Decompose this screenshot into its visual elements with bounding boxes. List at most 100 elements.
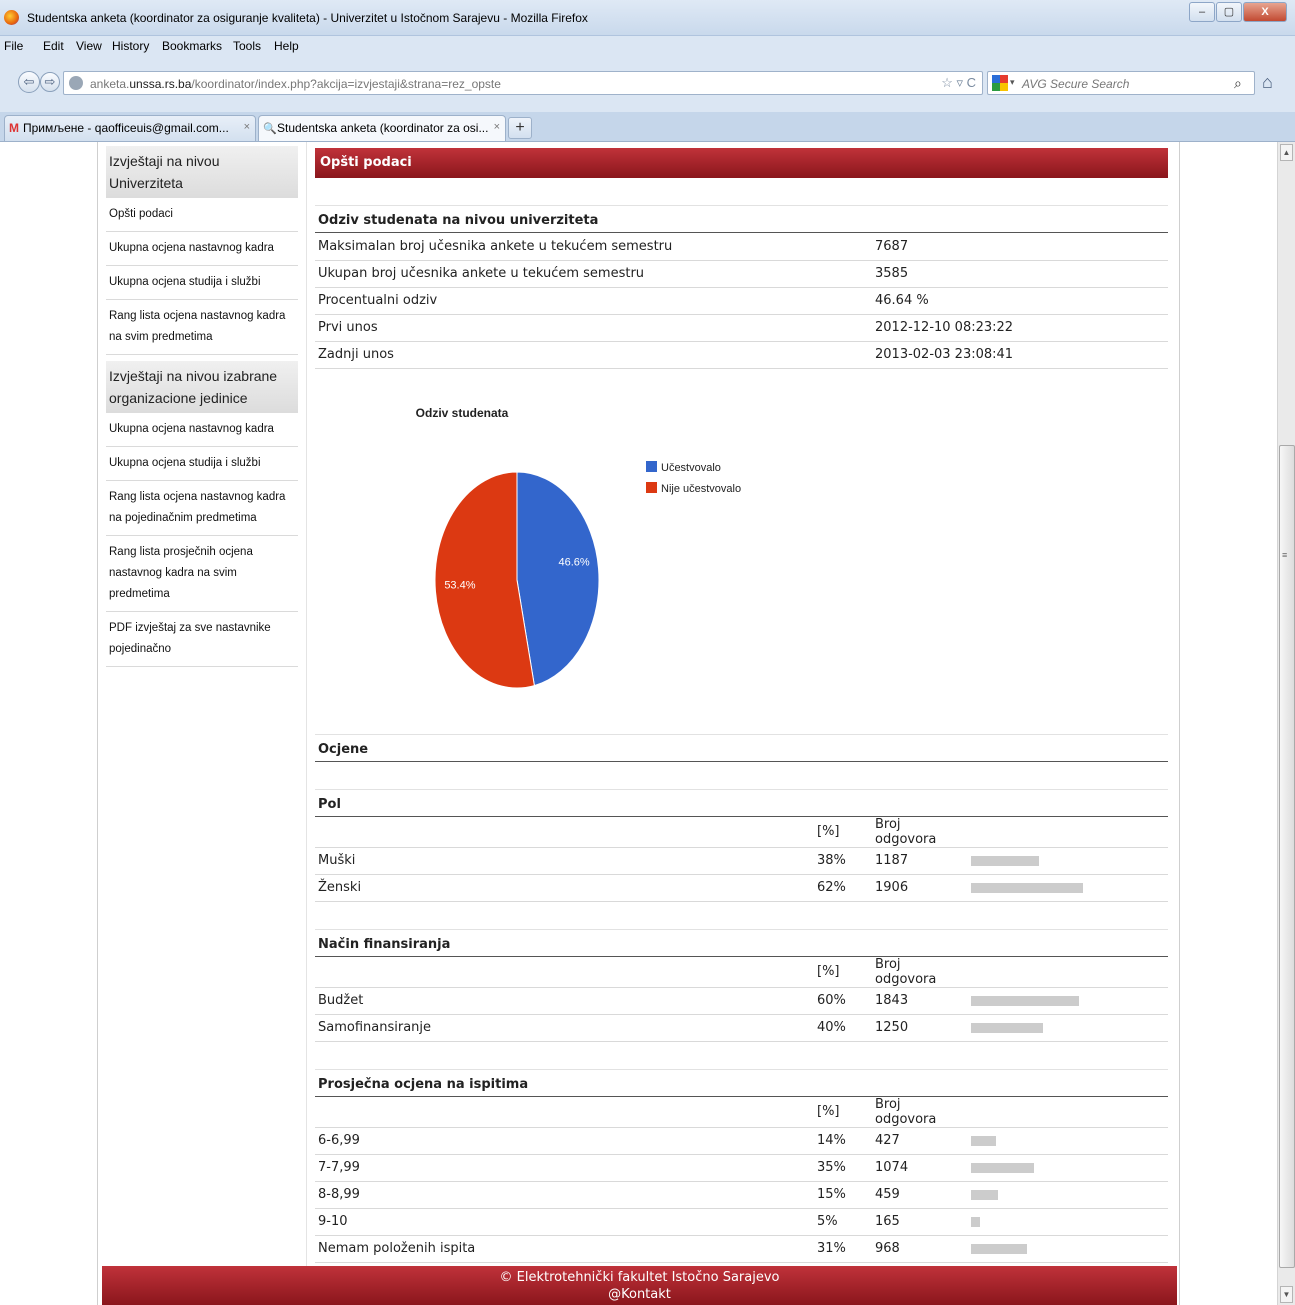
address-bar[interactable]: anketa.unssa.rs.ba/koordinator/index.php… — [63, 71, 983, 95]
group-heading: Način finansiranja — [315, 928, 1168, 957]
row-label: Ženski — [315, 874, 814, 902]
sidebar-divider — [306, 142, 307, 1305]
menu-bookmarks[interactable]: Bookmarks — [162, 39, 222, 53]
scrollbar-thumb[interactable] — [1279, 445, 1295, 1268]
header-blank — [315, 816, 814, 848]
menu-help[interactable]: Help — [274, 39, 299, 53]
search-placeholder: AVG Secure Search — [1022, 77, 1130, 91]
search-bar[interactable]: ▾ AVG Secure Search — [987, 71, 1255, 95]
percentage-bar — [971, 882, 1083, 893]
table-row: Zadnji unos 2013-02-03 23:08:41 — [315, 341, 1168, 369]
header-count: Broj odgovora — [872, 1096, 968, 1128]
legend-label: Učestvovalo — [661, 462, 721, 474]
table-header-row: [%] Broj odgovora — [315, 956, 1168, 988]
row-count: 165 — [872, 1208, 968, 1236]
row-percent: 5% — [814, 1208, 872, 1236]
table-row: Ukupan broj učesnika ankete u tekućem se… — [315, 260, 1168, 288]
page-container: Izvještaji na nivou Univerziteta Opšti p… — [97, 142, 1180, 1305]
header-bar — [968, 816, 1168, 848]
tab-close-icon[interactable]: × — [494, 121, 500, 133]
footer-contact-link[interactable]: @Kontakt — [102, 1286, 1177, 1303]
header-blank — [315, 956, 814, 988]
menu-view[interactable]: View — [76, 39, 102, 53]
row-percent: 62% — [814, 874, 872, 902]
url-text[interactable]: anketa.unssa.rs.ba/koordinator/index.php… — [90, 77, 501, 91]
tab-gmail[interactable]: M Примљене - qaofficeuis@gmail.com... × — [4, 115, 256, 141]
response-heading: Odziv studenata na nivou univerziteta — [315, 205, 1168, 233]
row-count: 1906 — [872, 874, 968, 902]
percentage-bar — [971, 1243, 1027, 1254]
sidebar-link-pdf-izvjestaj[interactable]: PDF izvještaj za sve nastavnike pojedina… — [106, 612, 298, 667]
tab-studentska-anketa[interactable]: 🔍Studentska anketa (koordinator za osi..… — [258, 115, 506, 141]
table-row: Nemam položenih ispita 31% 968 — [315, 1235, 1168, 1263]
back-arrow-icon[interactable]: ⇦ — [18, 71, 40, 93]
sidebar-heading-unit: Izvještaji na nivou izabrane organizacio… — [106, 361, 298, 413]
row-percent: 31% — [814, 1235, 872, 1263]
new-tab-button[interactable]: + — [508, 117, 532, 139]
home-icon[interactable]: ⌂ — [1262, 72, 1273, 93]
table-row: Budžet 60% 1843 — [315, 987, 1168, 1015]
search-page-icon: 🔍 — [263, 123, 277, 135]
menu-file[interactable]: File — [4, 39, 23, 53]
table-row: 8-8,99 15% 459 — [315, 1181, 1168, 1209]
main-content: Opšti podaci Odziv studenata na nivou un… — [315, 148, 1168, 1263]
sidebar-link-unit-ocjena-studija[interactable]: Ukupna ocjena studija i službi — [106, 447, 298, 481]
table-header-row: [%] Broj odgovora — [315, 816, 1168, 848]
row-label: Prvi unos — [315, 314, 872, 342]
table-row: Maksimalan broj učesnika ankete u tekuće… — [315, 233, 1168, 261]
row-count: 1250 — [872, 1014, 968, 1042]
vertical-scrollbar[interactable]: ▲ ≡ ▼ — [1277, 142, 1295, 1305]
header-percent: [%] — [814, 1096, 872, 1128]
scroll-down-arrow-icon[interactable]: ▼ — [1280, 1286, 1293, 1303]
row-bar-cell — [968, 874, 1168, 902]
group-table: [%] Broj odgovora 6-6,99 14% 427 7-7,99 35% 107… — [315, 1096, 1168, 1263]
firefox-icon — [4, 10, 19, 25]
sidebar-link-opsti-podaci[interactable]: Opšti podaci — [106, 198, 298, 232]
row-percent: 15% — [814, 1181, 872, 1209]
sidebar-link-unit-ocjena-kadra[interactable]: Ukupna ocjena nastavnog kadra — [106, 413, 298, 447]
minimize-button[interactable]: – — [1189, 2, 1215, 22]
footer-copyright: © Elektrotehnički fakultet Istočno Saraj… — [499, 1270, 780, 1285]
sidebar-link-unit-rang-prosjecni[interactable]: Rang lista prosječnih ocjena nastavnog k… — [106, 536, 298, 612]
row-percent: 40% — [814, 1014, 872, 1042]
row-label: 9-10 — [315, 1208, 814, 1236]
row-label: 8-8,99 — [315, 1181, 814, 1209]
group-heading: Prosječna ocjena na ispitima — [315, 1068, 1168, 1097]
maximize-button[interactable]: ▢ — [1216, 2, 1242, 22]
row-value: 3585 — [872, 260, 1168, 288]
row-percent: 60% — [814, 987, 872, 1015]
row-count: 968 — [872, 1235, 968, 1263]
tab-close-icon[interactable]: × — [244, 121, 250, 133]
row-bar-cell — [968, 1127, 1168, 1155]
pie-data-label: 46.6% — [558, 556, 589, 568]
window-controls: – ▢ X — [1188, 2, 1287, 22]
forward-arrow-icon[interactable]: ⇨ — [40, 72, 60, 92]
sidebar: Izvještaji na nivou Univerziteta Opšti p… — [106, 146, 298, 667]
row-label: Ukupan broj učesnika ankete u tekućem se… — [315, 260, 872, 288]
avg-logo-icon — [992, 75, 1008, 91]
sidebar-link-ocjena-nastavnog-kadra[interactable]: Ukupna ocjena nastavnog kadra — [106, 232, 298, 266]
row-value: 46.64 % — [872, 287, 1168, 315]
header-percent: [%] — [814, 816, 872, 848]
section-title-bar: Opšti podaci — [315, 148, 1168, 178]
menu-tools[interactable]: Tools — [233, 39, 261, 53]
sidebar-link-rang-lista[interactable]: Rang lista ocjena nastavnog kadra na svi… — [106, 300, 298, 355]
search-engine-dropdown-icon[interactable]: ▾ — [1010, 77, 1015, 88]
row-label: Budžet — [315, 987, 814, 1015]
bookmark-star-icon[interactable]: ☆ ▿ C — [941, 75, 976, 91]
rating-groups: Pol [%] Broj odgovora Muški 38% 1187 Ženski 62%… — [315, 788, 1168, 1263]
menu-edit[interactable]: Edit — [43, 39, 64, 53]
row-bar-cell — [968, 1208, 1168, 1236]
percentage-bar — [971, 855, 1040, 866]
pie-chart: Odziv studenata 46.6% 53.4% Učestvovalo Nij… — [416, 406, 741, 688]
sidebar-link-ocjena-studija[interactable]: Ukupna ocjena studija i službi — [106, 266, 298, 300]
table-row: Muški 38% 1187 — [315, 847, 1168, 875]
search-icon[interactable]: ⌕ — [1234, 75, 1242, 92]
sidebar-link-unit-rang-pojedinacni[interactable]: Rang lista ocjena nastavnog kadra na poj… — [106, 481, 298, 536]
chart-title: Odziv studenata — [416, 406, 509, 420]
scroll-up-arrow-icon[interactable]: ▲ — [1280, 144, 1293, 161]
table-row: Samofinansiranje 40% 1250 — [315, 1014, 1168, 1042]
close-button[interactable]: X — [1243, 2, 1287, 22]
table-row: Procentualni odziv 46.64 % — [315, 287, 1168, 315]
menu-history[interactable]: History — [112, 39, 149, 53]
